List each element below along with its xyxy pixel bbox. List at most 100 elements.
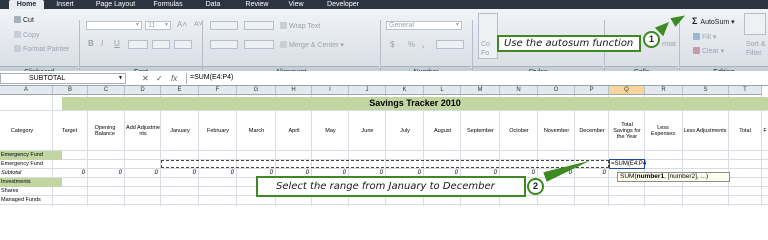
clear-button[interactable]: Clear ▾	[693, 47, 724, 56]
column-header-s[interactable]: S	[683, 86, 729, 95]
step-1-badge: 1	[643, 31, 660, 48]
formula-bar: SUBTOTAL ▼ ✕ ✓ fx =SUM(E4:P4)	[0, 71, 768, 86]
format-painter-button[interactable]: Format Painter	[14, 45, 69, 54]
subtotal-cell[interactable]: 0	[125, 169, 158, 178]
copy-button[interactable]: Copy	[14, 31, 39, 40]
align-left-icon[interactable]	[210, 40, 238, 49]
conditional-format-label: Co	[481, 41, 490, 48]
enter-icon[interactable]: ✓	[156, 74, 163, 83]
column-header-d[interactable]: D	[125, 86, 161, 95]
tooltip-rest: , [number2], ...)	[664, 173, 709, 180]
callout-autosum: Use the autosum function	[497, 35, 641, 52]
column-header-b[interactable]: B	[53, 86, 88, 95]
row-category: Managed Funds	[1, 197, 41, 203]
callout-autosum-text: Use the autosum function	[504, 38, 634, 49]
column-header-m[interactable]: M	[461, 86, 500, 95]
tab-review[interactable]: Review	[237, 0, 277, 9]
font-name-combo[interactable]: ▼	[86, 21, 142, 30]
column-header-j[interactable]: J	[349, 86, 386, 95]
number-format-combo[interactable]: General ▼	[386, 21, 462, 30]
selected-range[interactable]	[161, 160, 609, 168]
tab-formulas[interactable]: Formulas	[147, 0, 189, 9]
row-category: Shares	[1, 188, 19, 194]
active-cell[interactable]: =SUM(E4:P4	[609, 159, 646, 169]
function-tooltip: SUM(number1, [number2], ...)	[617, 172, 730, 182]
format-cells-label[interactable]: rmat	[662, 41, 676, 49]
wrap-text-button[interactable]: Wrap Text	[280, 22, 320, 31]
worksheet-grid[interactable]: Savings Tracker 2010 Category Target Ope…	[0, 95, 768, 206]
column-header-t[interactable]: T	[729, 86, 762, 95]
bold-button[interactable]: B	[88, 40, 94, 48]
sort-filter-icon[interactable]	[744, 13, 766, 35]
column-header-a[interactable]: A	[0, 86, 53, 95]
column-header-r[interactable]: R	[645, 86, 683, 95]
merge-icon	[280, 41, 287, 48]
chevron-down-icon: ▼	[164, 22, 169, 28]
subtotal-cell[interactable]: 0	[199, 169, 234, 178]
sort-label[interactable]: Sort &	[746, 41, 765, 49]
borders-icon[interactable]	[128, 40, 148, 49]
fill-button[interactable]: Fill ▾	[693, 33, 716, 42]
column-header-k[interactable]: K	[386, 86, 424, 95]
tab-home[interactable]: Home	[9, 0, 44, 9]
column-header-h[interactable]: H	[276, 86, 312, 95]
cut-button[interactable]: Cut	[14, 16, 34, 25]
name-box[interactable]: SUBTOTAL ▼	[0, 73, 126, 84]
header-month: September	[467, 128, 494, 134]
header-month: July	[400, 128, 410, 134]
header-target: Target	[61, 128, 78, 134]
column-header-q[interactable]: Q	[609, 86, 645, 95]
column-header-e[interactable]: E	[161, 86, 199, 95]
autosum-label: AutoSum	[700, 19, 730, 26]
header-total: Total	[739, 128, 751, 134]
align-top-icon[interactable]	[210, 21, 238, 30]
sheet-title: Savings Tracker 2010	[62, 97, 768, 110]
merge-center-button[interactable]: Merge & Center ▾	[280, 41, 344, 50]
grow-font-icon[interactable]: A˄	[177, 21, 187, 29]
subtotal-cell[interactable]: 0	[53, 169, 85, 178]
tab-data[interactable]: Data	[197, 0, 229, 9]
comma-button[interactable]: ,	[422, 41, 424, 49]
italic-button[interactable]: I	[101, 40, 103, 48]
autosum-button[interactable]: Σ AutoSum ▾	[692, 17, 735, 27]
subtotal-cell[interactable]: 0	[161, 169, 196, 178]
insert-function-icon[interactable]: fx	[171, 74, 177, 83]
number-format-value: General	[389, 22, 414, 29]
font-size-value: 11	[148, 22, 156, 29]
column-header-o[interactable]: O	[538, 86, 575, 95]
column-header-c[interactable]: C	[88, 86, 125, 95]
column-header-l[interactable]: L	[424, 86, 461, 95]
indent-icon[interactable]	[244, 40, 274, 49]
gridline	[0, 150, 768, 151]
tab-developer[interactable]: Developer	[316, 0, 370, 9]
percent-button[interactable]: %	[408, 41, 415, 49]
gridline	[0, 204, 768, 205]
orientation-icon[interactable]	[244, 21, 274, 30]
header-less-adjustments: Less Adjustments	[683, 128, 727, 134]
tab-view[interactable]: View	[281, 0, 311, 9]
tab-insert[interactable]: Insert	[47, 0, 83, 9]
header-month: January	[170, 128, 190, 134]
currency-button[interactable]: $	[390, 41, 394, 49]
column-header-g[interactable]: G	[237, 86, 276, 95]
decimal-icon[interactable]	[436, 40, 464, 49]
scissors-icon	[14, 16, 21, 23]
subtotal-cell[interactable]: 0	[88, 169, 122, 178]
underline-button[interactable]: U	[114, 40, 120, 48]
header-month: March	[248, 128, 265, 134]
column-header-p[interactable]: P	[575, 86, 609, 95]
column-header-n[interactable]: N	[500, 86, 538, 95]
header-month: December	[579, 128, 605, 134]
font-color-icon[interactable]	[174, 40, 192, 49]
column-header-f[interactable]: F	[199, 86, 237, 95]
tab-page-layout[interactable]: Page Layout	[88, 0, 143, 9]
fill-color-icon[interactable]	[152, 40, 170, 49]
fill-label: Fill	[702, 34, 711, 41]
column-header-i[interactable]: I	[312, 86, 349, 95]
cut-label: Cut	[23, 17, 34, 24]
formula-input[interactable]: =SUM(E4:P4)	[186, 73, 768, 84]
cancel-icon[interactable]: ✕	[142, 74, 149, 83]
filter-label[interactable]: Filter	[746, 50, 762, 58]
font-size-combo[interactable]: 11 ▼	[145, 21, 171, 30]
subtotal-cell[interactable]: 0	[575, 169, 606, 178]
